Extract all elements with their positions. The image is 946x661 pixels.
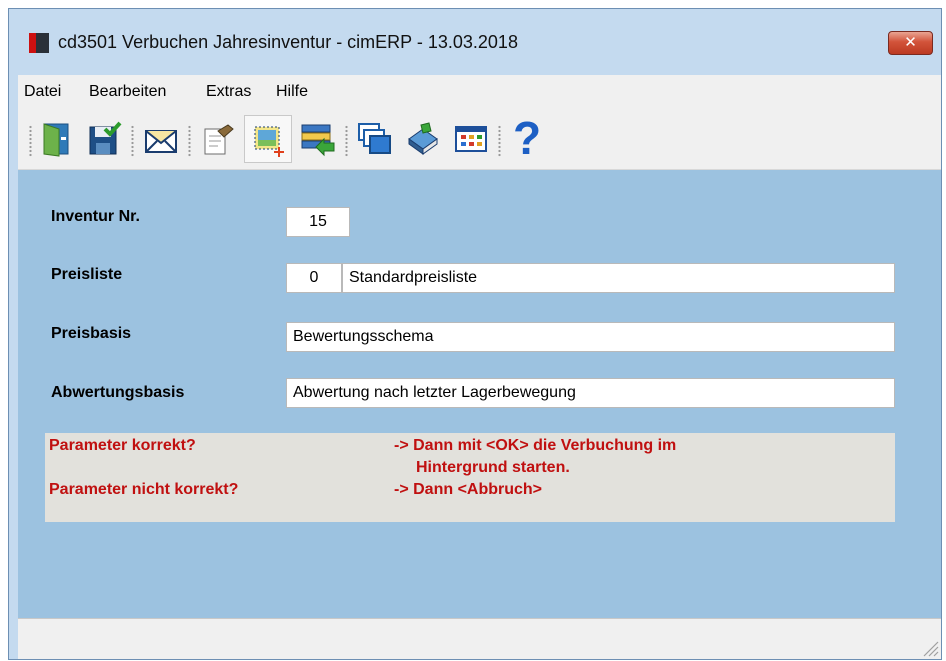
message-correct-question: Parameter korrekt? xyxy=(49,437,196,454)
new-record-icon xyxy=(254,126,284,157)
save-check-icon xyxy=(89,121,122,155)
mail-envelope-icon xyxy=(145,130,177,153)
transfer-button[interactable] xyxy=(294,115,342,163)
title-bar[interactable]: cd3501 Verbuchen Jahresinventur - cimERP… xyxy=(9,9,941,75)
exit-door-icon xyxy=(43,123,69,157)
windows-button[interactable] xyxy=(351,115,399,163)
exit-button[interactable] xyxy=(33,115,81,163)
inventur-nr-field[interactable]: 15 xyxy=(286,207,350,237)
help-button[interactable]: ? xyxy=(503,112,551,164)
toolbar-separator xyxy=(131,125,134,157)
message-correct-instruction-cont: Hintergrund starten. xyxy=(416,459,570,476)
toolbar-separator xyxy=(498,125,501,157)
preisliste-number-field[interactable]: 0 xyxy=(286,263,342,293)
preisbasis-field[interactable]: Bewertungsschema xyxy=(286,322,895,352)
resize-grip-icon[interactable] xyxy=(921,639,939,657)
abwertungsbasis-label: Abwertungsbasis xyxy=(51,384,185,401)
menu-hilfe[interactable]: Hilfe xyxy=(276,83,308,101)
close-button[interactable]: ✕ xyxy=(888,31,933,55)
table-grid-icon xyxy=(455,126,487,152)
book-icon xyxy=(408,122,438,155)
save-button[interactable] xyxy=(81,115,129,163)
new-record-button[interactable] xyxy=(244,115,292,163)
preisliste-label: Preisliste xyxy=(51,266,123,283)
toolbar: ? xyxy=(18,109,941,170)
preisliste-name-field[interactable]: Standardpreisliste xyxy=(342,263,895,293)
edit-document-icon xyxy=(204,124,234,155)
abwertungsbasis-field[interactable]: Abwertung nach letzter Lagerbewegung xyxy=(286,378,895,408)
transfer-records-icon xyxy=(301,124,335,157)
message-correct-instruction: -> Dann mit <OK> die Verbuchung im xyxy=(394,437,677,454)
message-incorrect-question: Parameter nicht korrekt? xyxy=(49,481,239,498)
menu-bearbeiten[interactable]: Bearbeiten xyxy=(89,83,166,101)
inventur-nr-label: Inventur Nr. xyxy=(51,208,140,225)
menu-bar: Datei Bearbeiten Extras Hilfe xyxy=(18,75,941,109)
help-question-icon: ? xyxy=(513,112,542,164)
windows-icon xyxy=(358,123,391,154)
mail-button[interactable] xyxy=(137,115,185,163)
toolbar-separator xyxy=(345,125,348,157)
application-window: cd3501 Verbuchen Jahresinventur - cimERP… xyxy=(8,8,942,660)
menu-extras[interactable]: Extras xyxy=(206,83,251,101)
toolbar-separator xyxy=(188,125,191,157)
table-button[interactable] xyxy=(447,115,495,163)
form-panel: Inventur Nr. 15 Preisliste 0 Standardpre… xyxy=(18,170,941,618)
menu-datei[interactable]: Datei xyxy=(24,83,61,101)
app-logo-icon xyxy=(29,33,49,53)
preisbasis-label: Preisbasis xyxy=(51,325,132,342)
parameter-message-box: Parameter korrekt? -> Dann mit <OK> die … xyxy=(45,433,895,522)
edit-button[interactable] xyxy=(194,115,242,163)
toolbar-separator xyxy=(29,125,32,157)
window-title: cd3501 Verbuchen Jahresinventur - cimERP… xyxy=(58,32,518,52)
book-button[interactable] xyxy=(399,115,447,163)
status-bar xyxy=(18,618,941,659)
message-incorrect-instruction: -> Dann <Abbruch> xyxy=(394,481,543,498)
